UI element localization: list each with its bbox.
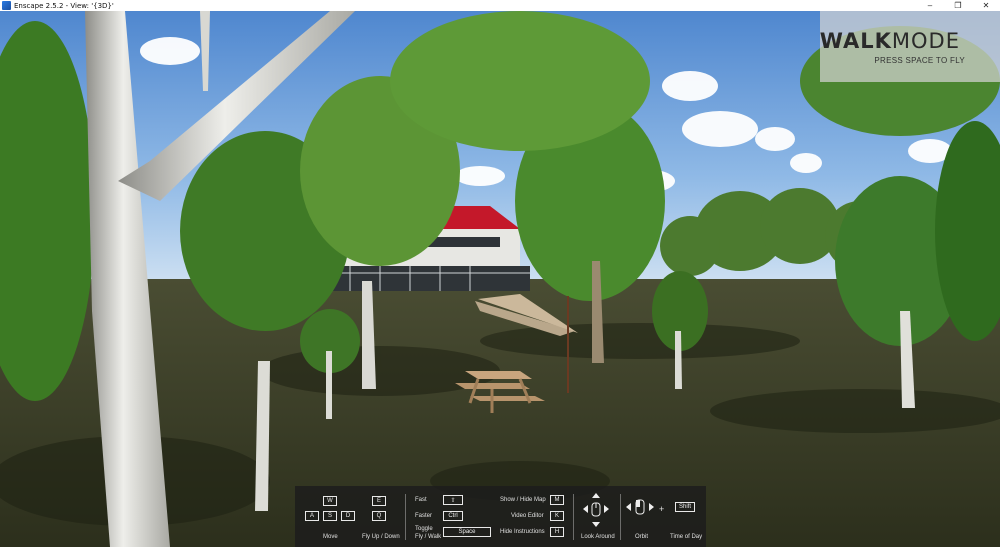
key-s: S — [323, 511, 337, 521]
toggle-map-label: Show / Hide Map — [500, 497, 546, 503]
move-label: Move — [323, 534, 338, 540]
walk-word: WALK — [819, 29, 892, 53]
divider — [620, 494, 621, 540]
navigation-help-panel: W A S D Move E Q Fly Up / Down Fast ⇧ Fa… — [295, 486, 706, 547]
key-m: M — [550, 495, 564, 505]
hide-instructions-label: Hide Instructions — [500, 529, 545, 535]
divider — [405, 494, 406, 540]
key-h: H — [550, 527, 564, 537]
fly-hint: PRESS SPACE TO FLY — [874, 56, 965, 65]
key-a: A — [305, 511, 319, 521]
toggle-label: Toggle — [415, 526, 433, 532]
mouse-orbit-icon — [626, 499, 654, 515]
maximize-button[interactable]: ❐ — [944, 0, 972, 11]
plus-sign: + — [659, 504, 665, 514]
key-e: E — [372, 496, 386, 506]
key-w: W — [323, 496, 337, 506]
enscape-app-icon — [2, 1, 11, 10]
time-of-day-label: Time of Day — [670, 534, 703, 540]
3d-viewport[interactable] — [0, 11, 1000, 547]
faster-label: Faster — [415, 513, 433, 519]
window-title: Enscape 2.5.2 - View: '{3D}' — [14, 1, 114, 10]
key-space: Space — [443, 527, 491, 537]
fly-walk-label: Fly / Walk — [415, 534, 442, 540]
key-shift-fast: ⇧ — [443, 495, 463, 505]
close-button[interactable]: ✕ — [972, 0, 1000, 11]
orbit-label: Orbit — [635, 534, 649, 540]
key-ctrl: Ctrl — [443, 511, 463, 521]
look-around-label: Look Around — [581, 534, 615, 540]
fast-label: Fast — [415, 497, 427, 503]
key-q: Q — [372, 511, 386, 521]
minimize-button[interactable]: – — [916, 0, 944, 11]
divider — [573, 494, 574, 540]
fly-label: Fly Up / Down — [362, 534, 400, 540]
window-controls: – ❐ ✕ — [916, 0, 1000, 11]
mouse-look-icon — [583, 493, 609, 527]
walk-mode-indicator: WALKMODE PRESS SPACE TO FLY — [820, 11, 1000, 82]
mode-word: MODE — [891, 29, 960, 53]
rendered-scene — [0, 11, 1000, 547]
video-editor-label: Video Editor — [511, 513, 544, 519]
key-d: D — [341, 511, 355, 521]
key-k: K — [550, 511, 564, 521]
window-titlebar: Enscape 2.5.2 - View: '{3D}' – ❐ ✕ — [0, 0, 1000, 11]
key-shift-time: Shift — [675, 502, 695, 512]
walk-mode-title: WALKMODE — [820, 29, 960, 53]
